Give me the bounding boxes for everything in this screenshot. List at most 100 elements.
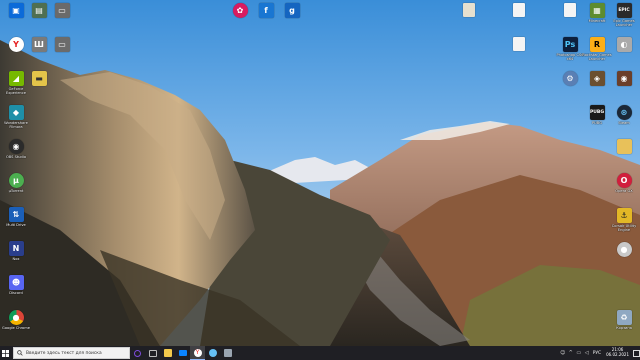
minecraft-icon: ▦	[589, 3, 605, 18]
icon-label: Epic Games Launcher	[613, 19, 635, 28]
taskbar-cortana[interactable]	[130, 346, 145, 360]
desktop-icon-unknown-e[interactable]: ▬	[23, 71, 55, 86]
app-icon: Ш	[31, 37, 47, 52]
icon-label: Opera GX	[615, 189, 633, 193]
game-icon: ✿	[232, 3, 248, 18]
desktop-icon-obs[interactable]: ◉ OBS Studio	[0, 139, 32, 159]
icon-label: Nox	[12, 257, 20, 261]
utorrent-icon: µ	[8, 173, 24, 188]
nox-icon: N	[8, 241, 24, 256]
yandex-browser-icon: Y	[193, 348, 202, 357]
chevron-up-icon[interactable]: ^	[567, 346, 575, 360]
taskbar-steam[interactable]	[205, 346, 220, 360]
icon-label: Corsair Utility Engine	[611, 224, 637, 233]
folder-icon	[163, 349, 172, 357]
desktop-icon-unknown-b[interactable]: ▭	[46, 3, 78, 18]
desktop-wallpaper	[0, 0, 640, 346]
geforce-icon: ◢	[8, 71, 24, 86]
desktop-icon-chrome[interactable]: ● Google Chrome	[0, 310, 32, 330]
desktop-icon-epic[interactable]: EPIC Epic Games Launcher	[608, 3, 640, 28]
battery-icon: ▬	[31, 71, 47, 86]
chrome-icon: ●	[8, 310, 24, 325]
icon-label: Wondershare Filmora	[4, 121, 28, 130]
notification-icon	[632, 349, 640, 357]
desktop-icon-discord[interactable]: ☻ Discord	[0, 275, 32, 295]
desktop-icon-corsair[interactable]: ⚓ Corsair Utility Engine	[608, 208, 640, 233]
icon-label: Google Chrome	[2, 326, 30, 330]
start-button[interactable]	[0, 346, 11, 360]
taskbar-yandex-browser[interactable]: Y	[190, 346, 205, 360]
icon-label: OBS Studio	[5, 155, 27, 159]
app-icon: ◐	[616, 37, 632, 52]
icon-label: Rockstar Games Launcher	[582, 53, 612, 62]
filmora-icon: ◆	[8, 105, 24, 120]
steam-icon: ⊛	[616, 105, 632, 120]
desktop-icon-garrys-mod[interactable]: g	[276, 3, 308, 18]
recycle-bin-icon: ♻	[616, 310, 632, 325]
document-icon	[463, 3, 475, 17]
desktop-icon-file-3[interactable]	[503, 37, 535, 51]
desktop-icon-utorrent[interactable]: µ µTorrent	[0, 173, 32, 193]
icon-label: Steam	[618, 121, 630, 125]
epic-games-icon: EPIC	[616, 3, 632, 18]
taskbar-app[interactable]	[220, 346, 235, 360]
clock[interactable]: 21:06 06.02.2021	[603, 347, 632, 358]
desktop-icon-folder[interactable]	[608, 139, 640, 154]
app-icon	[223, 349, 232, 357]
taskbar-task-view[interactable]	[145, 346, 160, 360]
language-indicator[interactable]: РУС	[591, 351, 603, 356]
desktop-icon-unknown-d[interactable]: ▭	[46, 37, 78, 52]
app-icon: ▣	[8, 3, 24, 18]
desktop-icon-multidrive[interactable]: ⇅ Multi Drive	[0, 207, 32, 227]
search-icon	[14, 350, 26, 356]
multidrive-icon: ⇅	[8, 207, 24, 222]
discord-icon: ☻	[8, 275, 24, 290]
search-input[interactable]: Введите здесь текст для поиска	[13, 347, 130, 359]
clock-date: 06.02.2021	[606, 352, 629, 357]
desktop-icon-game-c[interactable]: ◉	[608, 71, 640, 86]
icon-label: Корзина	[616, 326, 632, 330]
valorant-icon: ⚙	[562, 71, 578, 86]
desktop-icon-opera[interactable]: O Opera GX	[608, 173, 640, 193]
windows-logo-icon	[2, 349, 9, 357]
user-icon[interactable]: ☺	[559, 346, 567, 360]
desktop-icon-steam[interactable]: ⊛ Steam	[608, 105, 640, 125]
game-icon: ◉	[616, 71, 632, 86]
corsair-icon: ⚓	[616, 208, 632, 223]
notifications-button[interactable]	[632, 346, 640, 360]
system-tray: ☺ ^ ▭ ◁ РУС 21:06 06.02.2021	[559, 346, 640, 360]
image-icon: ▭	[54, 3, 70, 18]
taskbar-mail[interactable]	[175, 346, 190, 360]
mail-icon	[178, 350, 187, 356]
photoshop-icon: Ps	[562, 37, 578, 52]
task-view-icon	[148, 349, 157, 357]
rockstar-icon: R	[589, 37, 605, 52]
image-icon: ▭	[54, 37, 70, 52]
taskbar-explorer[interactable]	[160, 346, 175, 360]
desktop-icon-file-2[interactable]	[503, 3, 535, 17]
app-icon: ▤	[31, 3, 47, 18]
desktop-icon-app-d[interactable]: ●	[608, 242, 640, 257]
desktop-icon-recycle-bin[interactable]: ♻ Корзина	[608, 310, 640, 330]
game-icon: ◈	[589, 71, 605, 86]
desktop-icon-file-1[interactable]	[453, 3, 485, 17]
opera-gx-icon: O	[616, 173, 632, 188]
volume-icon[interactable]: ◁	[583, 346, 591, 360]
taskbar: Введите здесь текст для поиска Y ☺ ^ ▭ ◁…	[0, 346, 640, 360]
pubg-icon: PUBG	[589, 105, 605, 120]
steam-icon	[208, 349, 217, 357]
icon-label: µTorrent	[8, 189, 24, 193]
garrys-mod-icon: g	[284, 3, 300, 18]
document-icon	[564, 3, 576, 17]
document-icon	[513, 37, 525, 51]
yandex-icon: Y	[8, 37, 24, 52]
obs-icon: ◉	[8, 139, 24, 154]
app-f-icon: f	[258, 3, 274, 18]
desktop-icon-wondershare[interactable]: ◆ Wondershare Filmora	[0, 105, 32, 130]
icon-label: Multi Drive	[6, 223, 26, 227]
app-icon: ●	[616, 242, 632, 257]
desktop-icon-app-c[interactable]: ◐	[608, 37, 640, 52]
network-icon[interactable]: ▭	[575, 346, 583, 360]
desktop-icon-nox[interactable]: N Nox	[0, 241, 32, 261]
search-placeholder: Введите здесь текст для поиска	[26, 350, 102, 356]
